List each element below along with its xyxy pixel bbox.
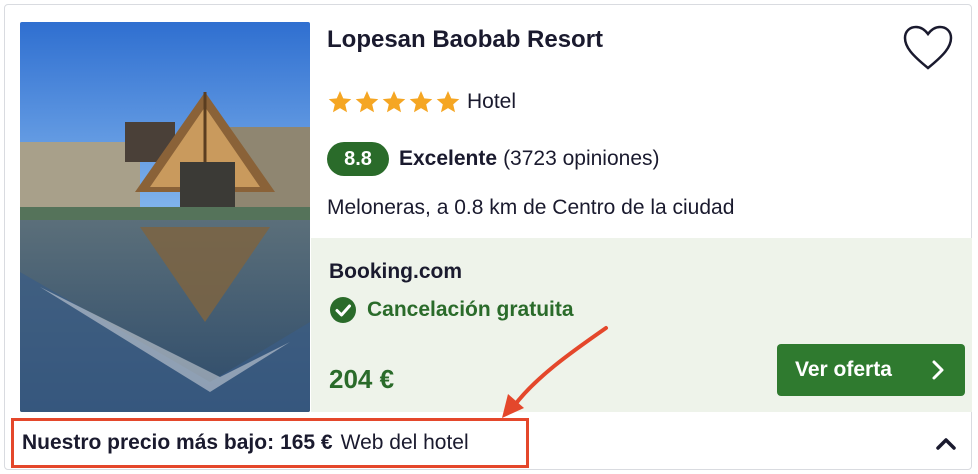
- star-icon: [382, 90, 406, 113]
- hotel-type: Hotel: [467, 90, 517, 113]
- review-rating-row: 8.8 Excelente (3723 opiniones): [327, 142, 660, 176]
- chevron-up-icon[interactable]: [932, 432, 960, 456]
- star-icon: [328, 90, 352, 113]
- star-rating: [327, 89, 461, 115]
- check-circle-icon: [330, 297, 356, 323]
- heart-icon[interactable]: [902, 24, 954, 72]
- star-rating-row: Hotel: [327, 88, 516, 116]
- hotel-photo[interactable]: [20, 22, 310, 412]
- offer-price: 204 €: [329, 364, 395, 394]
- chevron-right-icon: [932, 360, 944, 380]
- view-offer-button[interactable]: Ver oferta: [777, 344, 965, 396]
- view-offer-label: Ver oferta: [795, 358, 892, 381]
- hotel-location: Meloneras, a 0.8 km de Centro de la ciud…: [327, 196, 735, 219]
- rating-word: Excelente: [399, 147, 498, 170]
- star-icon: [409, 90, 433, 113]
- lowest-price-label: Nuestro precio más bajo:: [22, 431, 275, 454]
- star-icon: [436, 90, 460, 113]
- lowest-price-box: Nuestro precio más bajo: 165 € Web del h…: [11, 418, 529, 468]
- review-count[interactable]: (3723 opiniones): [503, 147, 659, 171]
- hotel-name[interactable]: Lopesan Baobab Resort: [327, 26, 603, 54]
- lowest-price-source: Web del hotel: [340, 431, 469, 454]
- offer-provider: Booking.com: [329, 260, 463, 283]
- offer-panel: Booking.com Cancelación gratuita 204 € V…: [311, 238, 972, 412]
- cancellation-label: Cancelación gratuita: [367, 298, 574, 321]
- lowest-price-amount: 165 €: [280, 431, 333, 454]
- free-cancellation: Cancelación gratuita: [329, 296, 574, 324]
- score-badge: 8.8: [327, 142, 389, 176]
- star-icon: [355, 90, 379, 113]
